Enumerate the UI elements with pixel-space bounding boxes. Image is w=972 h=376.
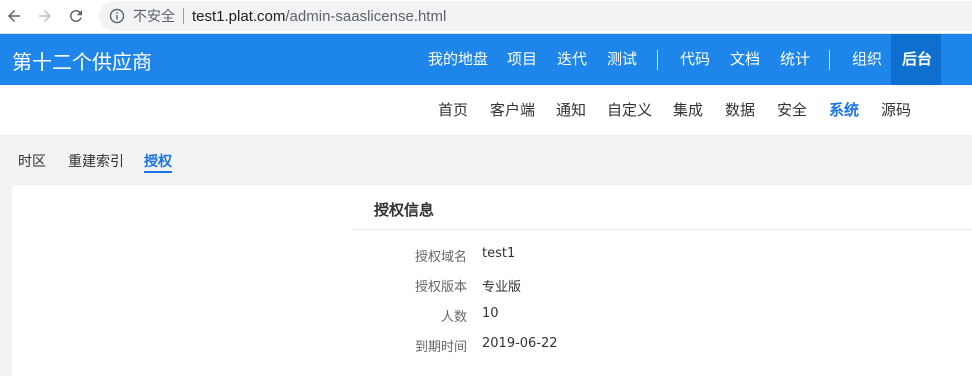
secondary-navigation: 首页 客户端 通知 自定义 集成 数据 安全 系统 源码 [0, 85, 972, 135]
url-host: test1.plat.com [192, 7, 286, 25]
field-value: 2019-06-22 [482, 336, 558, 351]
settings-tabs: 时区 重建索引 授权 [0, 135, 972, 185]
section-title: 授权信息 [374, 201, 435, 219]
forward-arrow-icon[interactable] [33, 4, 57, 28]
subnav-item-integration[interactable]: 集成 [673, 85, 703, 135]
subnav-item-home[interactable]: 首页 [438, 85, 468, 135]
info-icon[interactable] [109, 8, 125, 24]
nav-item-organization[interactable]: 组织 [852, 34, 882, 85]
active-tab-underline [144, 171, 172, 173]
nav-item-docs[interactable]: 文档 [730, 34, 760, 85]
field-label: 到期时间 [414, 340, 467, 355]
nav-item-code[interactable]: 代码 [680, 34, 710, 85]
field-label: 授权版本 [414, 280, 467, 295]
nav-item-testing[interactable]: 测试 [607, 34, 637, 85]
license-row: 到期时间 2019-06-22 [12, 336, 972, 356]
subnav-item-client[interactable]: 客户端 [490, 85, 535, 135]
field-value: 10 [482, 306, 499, 321]
top-navigation: 第十二个供应商 我的地盘 项目 迭代 测试 代码 文档 统计 组织 后台 [0, 34, 972, 85]
nav-item-my-space[interactable]: 我的地盘 [428, 34, 488, 85]
back-arrow-icon[interactable] [2, 4, 26, 28]
nav-divider [829, 50, 830, 70]
nav-item-projects[interactable]: 项目 [507, 34, 537, 85]
field-label: 人数 [440, 310, 467, 325]
browser-toolbar: 不安全 test1.plat.com/admin-saaslicense.htm… [0, 0, 972, 34]
url-text[interactable]: test1.plat.com/admin-saaslicense.html [192, 8, 446, 25]
field-value: test1 [482, 246, 516, 261]
subnav-item-data[interactable]: 数据 [725, 85, 755, 135]
subnav-item-system[interactable]: 系统 [829, 85, 859, 135]
license-row: 授权域名 test1 [12, 246, 972, 266]
section-divider [354, 229, 972, 230]
subnav-item-custom[interactable]: 自定义 [607, 85, 652, 135]
url-path: /admin-saaslicense.html [285, 7, 447, 25]
license-row: 人数 10 [12, 306, 972, 326]
tab-rebuild-index[interactable]: 重建索引 [68, 151, 124, 171]
subnav-item-notifications[interactable]: 通知 [556, 85, 586, 135]
tab-timezone[interactable]: 时区 [18, 151, 46, 171]
nav-item-stats[interactable]: 统计 [780, 34, 810, 85]
security-label: 不安全 [133, 9, 175, 25]
address-bar[interactable]: 不安全 test1.plat.com/admin-saaslicense.htm… [99, 1, 972, 31]
subnav-item-security[interactable]: 安全 [777, 85, 807, 135]
license-panel: 授权信息 授权域名 test1 授权版本 专业版 人数 10 到期时间 2019… [12, 185, 972, 376]
brand-name[interactable]: 第十二个供应商 [12, 46, 152, 75]
license-row: 授权版本 专业版 [12, 276, 972, 296]
nav-item-iterations[interactable]: 迭代 [557, 34, 587, 85]
nav-divider [657, 50, 658, 70]
address-separator [183, 8, 184, 24]
subnav-item-source[interactable]: 源码 [881, 85, 911, 135]
tab-license[interactable]: 授权 [144, 151, 172, 171]
field-label: 授权域名 [414, 250, 467, 265]
reload-icon[interactable] [64, 4, 88, 28]
nav-item-admin[interactable]: 后台 [902, 34, 932, 85]
field-value: 专业版 [482, 280, 522, 295]
